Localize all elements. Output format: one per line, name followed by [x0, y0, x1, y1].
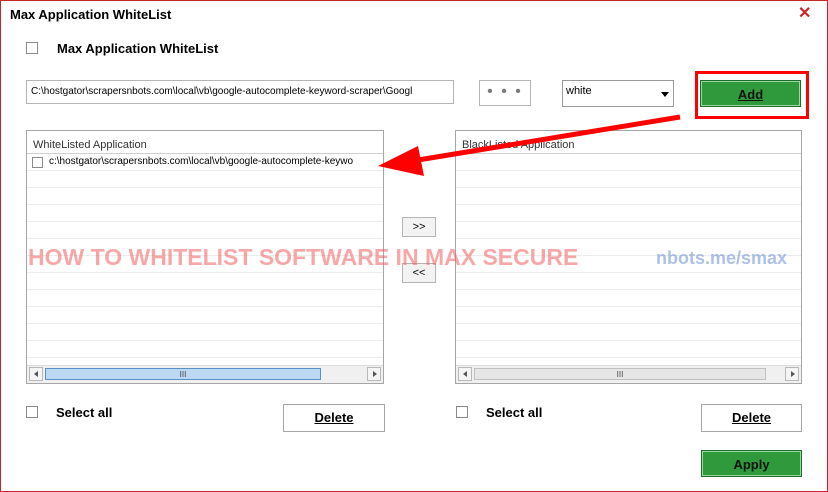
empty-row	[456, 273, 801, 290]
empty-row	[27, 290, 383, 307]
scroll-left-icon[interactable]	[29, 367, 43, 381]
path-input[interactable]: C:\hostgator\scrapersnbots.com\local\vb\…	[26, 80, 454, 104]
whitelist-header: WhiteListed Application	[27, 131, 383, 154]
chevron-down-icon	[661, 92, 669, 97]
add-button[interactable]: Add	[700, 80, 801, 107]
scroll-left-icon[interactable]	[458, 367, 472, 381]
empty-row	[456, 188, 801, 205]
apply-button[interactable]: Apply	[701, 450, 802, 477]
blacklist-hscrollbar[interactable]: III	[456, 365, 801, 383]
empty-row	[456, 324, 801, 341]
empty-row	[27, 307, 383, 324]
blacklist-header: BlackListed Application	[456, 131, 801, 154]
list-item-text: c:\hostgator\scrapersnbots.com\local\vb\…	[49, 156, 354, 167]
browse-button[interactable]: • • •	[479, 80, 531, 106]
scroll-right-icon[interactable]	[367, 367, 381, 381]
scroll-thumb[interactable]: III	[474, 368, 766, 380]
empty-row	[27, 273, 383, 290]
whitelist-delete-button[interactable]: Delete	[283, 404, 385, 432]
add-button-label: Add	[737, 87, 764, 102]
empty-row	[27, 171, 383, 188]
empty-row	[456, 154, 801, 171]
empty-row	[456, 341, 801, 358]
list-type-select[interactable]: white	[562, 80, 674, 107]
whitelist-hscrollbar[interactable]: III	[27, 365, 383, 383]
empty-row	[456, 222, 801, 239]
item-checkbox[interactable]	[32, 157, 43, 168]
window-title: Max Application WhiteList	[10, 7, 172, 22]
empty-row	[456, 307, 801, 324]
blacklist-select-all-checkbox[interactable]	[456, 406, 468, 418]
close-icon[interactable]: ✕	[798, 3, 811, 23]
empty-row	[27, 188, 383, 205]
delete-label: Delete	[314, 410, 354, 425]
enable-whitelist-label: Max Application WhiteList	[57, 41, 219, 56]
scroll-right-icon[interactable]	[785, 367, 799, 381]
delete-label: Delete	[731, 410, 772, 425]
blacklist-delete-button[interactable]: Delete	[701, 404, 802, 432]
move-right-button[interactable]: >>	[402, 217, 436, 237]
whitelist-select-all-checkbox[interactable]	[26, 406, 38, 418]
empty-row	[27, 341, 383, 358]
empty-row	[456, 205, 801, 222]
list-type-value: white	[566, 85, 592, 97]
empty-row	[27, 324, 383, 341]
empty-row	[27, 205, 383, 222]
blacklist-select-all-label: Select all	[486, 405, 543, 420]
empty-row	[27, 222, 383, 239]
enable-whitelist-checkbox[interactable]	[26, 42, 38, 54]
scroll-thumb[interactable]: III	[45, 368, 321, 380]
empty-row	[456, 171, 801, 188]
empty-row	[456, 290, 801, 307]
watermark-text: HOW TO WHITELIST SOFTWARE IN MAX SECURE	[28, 244, 579, 270]
whitelist-select-all-label: Select all	[56, 405, 113, 420]
list-item[interactable]: c:\hostgator\scrapersnbots.com\local\vb\…	[27, 154, 383, 171]
watermark-url: nbots.me/smax	[656, 248, 788, 268]
